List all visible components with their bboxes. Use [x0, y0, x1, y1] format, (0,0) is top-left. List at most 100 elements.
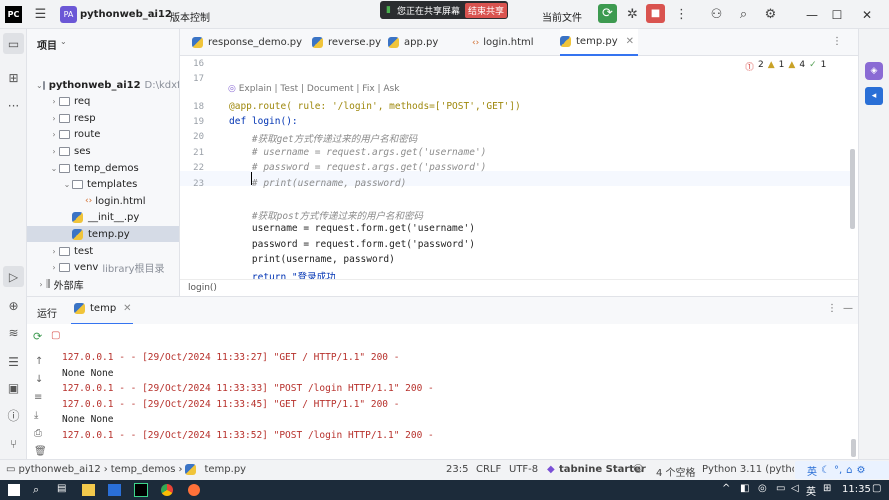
close-icon[interactable]: ✕: [626, 36, 634, 47]
debug-icon[interactable]: ✲: [624, 6, 641, 23]
tree-item[interactable]: › ses: [27, 143, 179, 159]
more-tools-icon[interactable]: ···: [3, 95, 24, 116]
python-interpreter[interactable]: Python 3.11 (pythonw: [702, 464, 794, 475]
tree-item[interactable]: ⌄ temp_demos: [27, 160, 179, 176]
tree-item[interactable]: › resp: [27, 110, 179, 126]
tree-item[interactable]: › test: [27, 243, 179, 259]
chevron-down-icon[interactable]: ⌄: [49, 164, 59, 173]
tree-item[interactable]: ⌄ templates: [27, 177, 179, 193]
end-share-button[interactable]: 结束共享: [464, 2, 507, 18]
crumb-project[interactable]: pythonweb_ai12: [18, 464, 100, 475]
copilot-icon[interactable]: ☺: [633, 464, 643, 475]
chevron-down-icon[interactable]: ⌄: [60, 37, 67, 46]
tray-network-icon[interactable]: ▭: [776, 483, 785, 494]
ime-mode[interactable]: 英: [807, 463, 817, 478]
editor-tab[interactable]: app.py: [388, 29, 470, 56]
main-menu-icon[interactable]: ☰: [32, 6, 49, 23]
scroll-down-icon[interactable]: ↓: [35, 374, 43, 385]
editor-tab[interactable]: ‹› login.html: [472, 29, 558, 56]
editor-tab[interactable]: response_demo.py: [192, 29, 310, 56]
tree-item[interactable]: temp.py: [27, 226, 179, 243]
tray-app-icon-2[interactable]: ◎: [758, 483, 767, 494]
run-console[interactable]: ⟳ ▢ ↑ ↓ ≡ ⤓ ⎙ 🗑 127.0.0.1 - - [29/Oct/20…: [27, 324, 858, 459]
gear-icon[interactable]: ⚙: [762, 6, 779, 23]
layers-icon[interactable]: ≋: [3, 322, 24, 343]
chevron-right-icon[interactable]: ›: [49, 114, 59, 123]
run-tab-temp[interactable]: temp ✕: [74, 303, 132, 314]
editor-tab[interactable]: temp.py ✕: [560, 29, 638, 56]
add-user-icon[interactable]: ⚇: [708, 6, 725, 23]
tree-item[interactable]: › ⫼ 外部库: [27, 276, 179, 292]
chevron-right-icon[interactable]: ›: [49, 97, 59, 106]
app-icon[interactable]: [108, 484, 121, 496]
tree-item[interactable]: ‹› login.html: [27, 193, 179, 209]
todo-icon[interactable]: ☰: [3, 351, 24, 372]
tray-chevron-icon[interactable]: ^: [722, 483, 730, 494]
run-tool-icon[interactable]: ▷: [3, 266, 24, 287]
tree-item[interactable]: ⌄ pythonweb_ai12 D:\kdxf\: [27, 77, 179, 93]
more-icon[interactable]: ⋮: [827, 303, 837, 314]
caret-position[interactable]: 23:5: [446, 464, 468, 475]
git-icon[interactable]: ⑂: [3, 433, 24, 454]
tree-item[interactable]: › route: [27, 127, 179, 143]
ime-indicator[interactable]: 英: [806, 483, 816, 498]
problems-icon[interactable]: ⓘ: [3, 405, 24, 426]
file-encoding[interactable]: UTF-8: [509, 464, 538, 475]
search-icon[interactable]: ⌕: [735, 6, 752, 23]
print-icon[interactable]: ⎙: [34, 428, 42, 439]
chevron-right-icon[interactable]: ›: [49, 263, 59, 272]
chevron-right-icon[interactable]: ›: [36, 280, 46, 289]
ai-assistant-icon[interactable]: ◈: [865, 62, 883, 80]
close-button[interactable]: ✕: [845, 0, 889, 29]
firefox-icon[interactable]: [188, 484, 200, 496]
notifications-icon[interactable]: ◂: [865, 87, 883, 105]
codelens-hints[interactable]: ◎ Explain | Test | Document | Fix | Ask: [228, 84, 399, 94]
inspection-widget[interactable]: ⓵2 ▲ 1 ▲ 4 ✓ 1: [745, 60, 826, 73]
console-scrollbar[interactable]: [851, 439, 856, 457]
soft-wrap-icon[interactable]: ≡: [34, 392, 42, 403]
search-icon[interactable]: ⌕: [33, 483, 39, 497]
chevron-right-icon[interactable]: ›: [49, 130, 59, 139]
chevron-down-icon[interactable]: ⌄: [36, 81, 43, 90]
structure-icon[interactable]: ⊞: [3, 67, 24, 88]
ime-toolbar[interactable]: 英 ☾ °, ⌂ ⚙: [795, 461, 889, 479]
task-view-icon[interactable]: ▤: [57, 483, 66, 494]
indent-setting[interactable]: 4 个空格: [656, 464, 696, 479]
more-icon[interactable]: ⋮: [673, 6, 690, 23]
crumb-file[interactable]: temp.py: [204, 464, 246, 475]
windows-start-icon[interactable]: [8, 484, 20, 496]
editor-breadcrumb[interactable]: login(): [188, 283, 217, 293]
tree-item[interactable]: › venv library根目录: [27, 260, 179, 276]
chevron-down-icon[interactable]: ⌄: [62, 180, 72, 189]
rerun-icon[interactable]: ⟳: [598, 4, 617, 23]
run-config-select[interactable]: 当前文件: [542, 9, 582, 24]
chevron-down-icon[interactable]: ⌄: [151, 10, 158, 19]
clock[interactable]: 11:35: [842, 484, 871, 495]
notification-center-icon[interactable]: ▢: [872, 483, 881, 494]
scroll-end-icon[interactable]: ⤓: [34, 410, 38, 421]
scroll-up-icon[interactable]: ↑: [35, 356, 43, 367]
chrome-icon[interactable]: [161, 484, 173, 496]
tray-app-icon-3[interactable]: ⊞: [823, 483, 831, 494]
project-name[interactable]: pythonweb_ai12: [80, 9, 172, 20]
pycharm-taskbar-icon[interactable]: [134, 483, 148, 497]
tray-volume-icon[interactable]: ◁: [791, 483, 799, 494]
tree-item[interactable]: › req: [27, 94, 179, 110]
status-breadcrumb[interactable]: ▭ pythonweb_ai12 › temp_demos › temp.py: [6, 464, 246, 475]
tab-more-icon[interactable]: ⋮: [832, 36, 842, 47]
vcs-menu[interactable]: 版本控制: [170, 9, 210, 24]
editor-scrollbar[interactable]: [850, 149, 855, 229]
editor-tab[interactable]: reverse.py: [312, 29, 386, 56]
project-folder-icon[interactable]: ▭: [3, 33, 24, 54]
stop-icon[interactable]: ▢: [51, 330, 60, 341]
stop-icon[interactable]: ■: [646, 4, 665, 23]
trash-icon[interactable]: 🗑: [34, 446, 47, 457]
rerun-icon[interactable]: ⟳: [33, 330, 42, 343]
file-explorer-icon[interactable]: [82, 484, 95, 496]
tray-app-icon[interactable]: ◧: [740, 483, 749, 494]
crumb-folder[interactable]: temp_demos: [111, 464, 176, 475]
tree-item[interactable]: __init__.py: [27, 210, 179, 226]
python-packages-icon[interactable]: ⊕: [3, 295, 24, 316]
chevron-right-icon[interactable]: ›: [49, 147, 59, 156]
minimize-panel-icon[interactable]: —: [843, 303, 853, 314]
